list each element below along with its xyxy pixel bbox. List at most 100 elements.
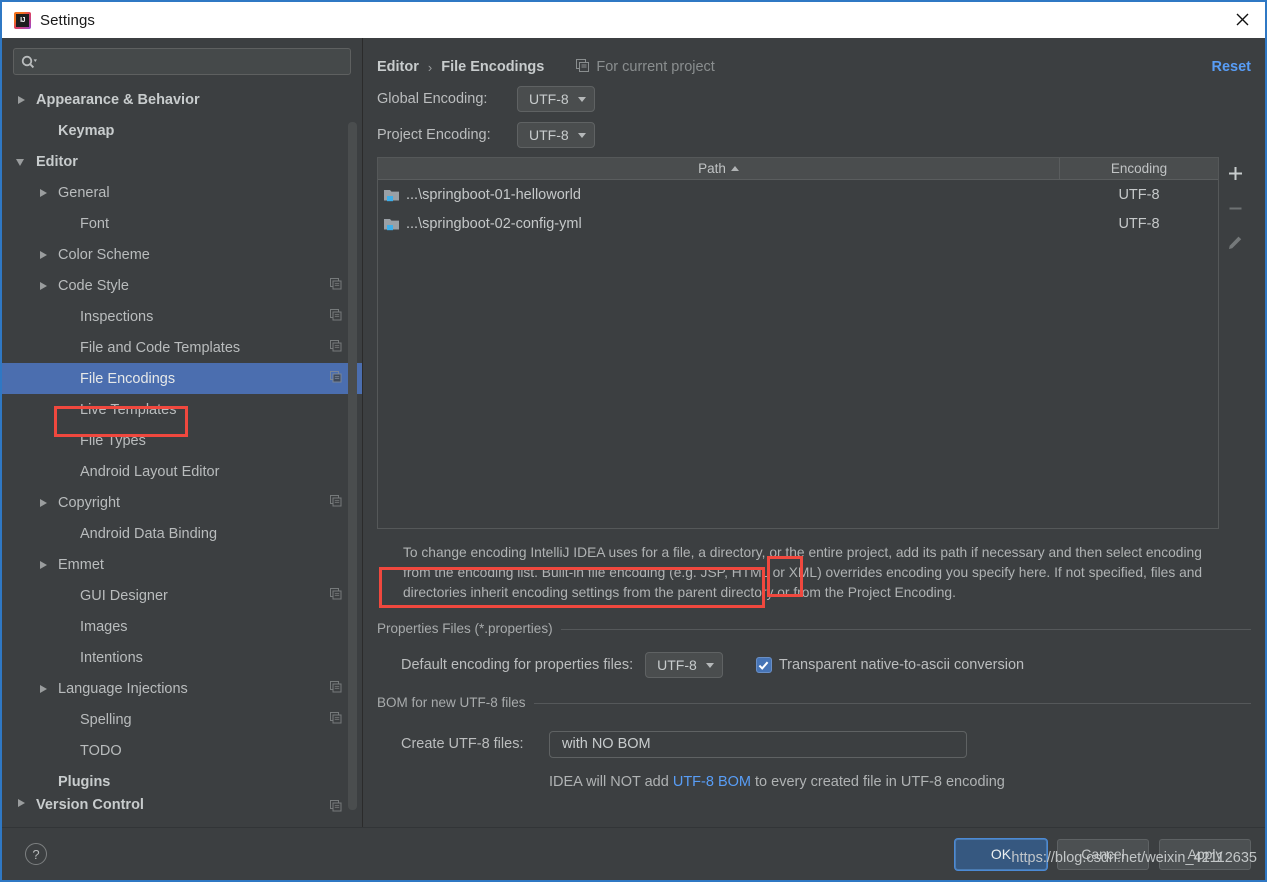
chevron-right-icon[interactable]	[16, 94, 28, 106]
column-header-path[interactable]: Path	[378, 158, 1060, 179]
close-icon[interactable]	[1219, 2, 1265, 37]
sidebar-item-plugins[interactable]: Plugins	[2, 766, 362, 797]
remove-button[interactable]	[1221, 195, 1249, 221]
search-box[interactable]	[13, 48, 351, 75]
sidebar-scrollbar[interactable]	[348, 122, 357, 810]
sidebar-item-label: File Encodings	[80, 370, 176, 387]
breadcrumb-parent[interactable]: Editor	[377, 59, 419, 75]
settings-dialog: Settings Appearance &	[0, 0, 1267, 882]
create-utf8-files-row: Create UTF-8 files: with NO BOM	[377, 728, 1251, 760]
sidebar-item-copyright[interactable]: Copyright	[2, 487, 362, 518]
project-encoding-combo[interactable]: UTF-8	[517, 122, 595, 148]
sidebar-item-gui-designer[interactable]: GUI Designer	[2, 580, 362, 611]
add-button[interactable]	[1221, 160, 1249, 186]
bom-note: IDEA will NOT add UTF-8 BOM to every cre…	[377, 774, 1251, 790]
settings-sidebar: Appearance & Behavior Keymap Editor General…	[2, 38, 363, 827]
project-scope-icon	[330, 587, 342, 604]
table-row[interactable]: ...\springboot-01-helloworld UTF-8	[378, 180, 1218, 209]
table-cell-encoding[interactable]: UTF-8	[1060, 187, 1218, 203]
chevron-right-icon[interactable]	[38, 559, 50, 571]
sort-ascending-icon	[730, 166, 739, 171]
edit-button[interactable]	[1221, 230, 1249, 256]
default-properties-encoding-value: UTF-8	[657, 657, 697, 673]
copy-icon	[576, 58, 590, 76]
breadcrumb-current: File Encodings	[441, 59, 545, 75]
chevron-right-icon[interactable]	[16, 797, 28, 809]
global-encoding-row: Global Encoding: UTF-8	[377, 84, 1251, 114]
sidebar-item-label: Android Data Binding	[80, 525, 218, 542]
create-utf8-files-label: Create UTF-8 files:	[401, 736, 524, 752]
window-title: Settings	[40, 11, 95, 29]
sidebar-item-label: GUI Designer	[80, 587, 168, 604]
sidebar-item-intentions[interactable]: Intentions	[2, 642, 362, 673]
sidebar-item-appearance-behavior[interactable]: Appearance & Behavior	[2, 84, 362, 115]
sidebar-item-spelling[interactable]: Spelling	[2, 704, 362, 735]
chevron-right-icon[interactable]	[38, 683, 50, 695]
table-row[interactable]: ...\springboot-02-config-yml UTF-8	[378, 209, 1218, 238]
utf8-bom-link[interactable]: UTF-8 BOM	[673, 774, 751, 790]
sidebar-item-label: Keymap	[58, 122, 115, 139]
default-properties-encoding-combo[interactable]: UTF-8	[645, 652, 723, 678]
sidebar-item-code-style[interactable]: Code Style	[2, 270, 362, 301]
sidebar-item-file-types[interactable]: File Types	[2, 425, 362, 456]
global-encoding-combo[interactable]: UTF-8	[517, 86, 595, 112]
sidebar-item-language-injections[interactable]: Language Injections	[2, 673, 362, 704]
sidebar-item-label: Intentions	[80, 649, 143, 666]
sidebar-item-label: Language Injections	[58, 680, 188, 697]
project-scope-icon	[330, 680, 342, 697]
sidebar-item-live-templates[interactable]: Live Templates	[2, 394, 362, 425]
sidebar-item-label: General	[58, 184, 110, 201]
reset-link[interactable]: Reset	[1212, 59, 1252, 75]
sidebar-item-editor[interactable]: Editor	[2, 146, 362, 177]
sidebar-item-label: Editor	[36, 153, 78, 170]
table-cell-path-text: ...\springboot-01-helloworld	[406, 186, 581, 203]
create-utf8-files-combo[interactable]: with NO BOM	[549, 730, 967, 758]
sidebar-item-label: Code Style	[58, 277, 129, 294]
global-encoding-label: Global Encoding:	[377, 91, 488, 107]
project-scope-icon	[330, 277, 342, 294]
project-scope-icon	[330, 494, 342, 511]
sidebar-item-emmet[interactable]: Emmet	[2, 549, 362, 580]
encodings-table: Path Encoding ...\springboot-01-hellowor…	[377, 157, 1219, 529]
sidebar-item-android-data-binding[interactable]: Android Data Binding	[2, 518, 362, 549]
chevron-down-icon	[577, 132, 586, 138]
sidebar-item-version-control[interactable]: Version Control	[2, 797, 362, 819]
sidebar-item-android-layout-editor[interactable]: Android Layout Editor	[2, 456, 362, 487]
chevron-right-icon[interactable]	[38, 249, 50, 261]
search-input[interactable]	[42, 54, 343, 69]
sidebar-item-label: Plugins	[58, 773, 111, 790]
watermark: https://blog.csdn.net/weixin_42112635	[1011, 850, 1257, 866]
chevron-right-icon[interactable]	[38, 497, 50, 509]
table-cell-path-text: ...\springboot-02-config-yml	[406, 215, 582, 232]
sidebar-item-file-encodings[interactable]: File Encodings	[2, 363, 362, 394]
properties-files-group-title: Properties Files (*.properties)	[377, 621, 561, 636]
global-encoding-value: UTF-8	[529, 91, 569, 107]
sidebar-item-general[interactable]: General	[2, 177, 362, 208]
project-scope-icon	[330, 800, 342, 816]
sidebar-item-images[interactable]: Images	[2, 611, 362, 642]
chevron-right-icon[interactable]	[38, 187, 50, 199]
sidebar-item-color-scheme[interactable]: Color Scheme	[2, 239, 362, 270]
sidebar-item-font[interactable]: Font	[2, 208, 362, 239]
help-button[interactable]: ?	[25, 843, 47, 865]
sidebar-item-file-and-code-templates[interactable]: File and Code Templates	[2, 332, 362, 363]
file-encodings-pane: Editor › File Encodings For current proj…	[363, 38, 1265, 827]
column-header-encoding[interactable]: Encoding	[1060, 158, 1218, 179]
sidebar-item-inspections[interactable]: Inspections	[2, 301, 362, 332]
sidebar-item-label: Spelling	[80, 711, 132, 728]
sidebar-item-todo[interactable]: TODO	[2, 735, 362, 766]
transparent-native-to-ascii-checkbox[interactable]	[755, 657, 772, 673]
chevron-right-icon[interactable]	[38, 280, 50, 292]
properties-files-body: Default encoding for properties files: U…	[377, 638, 1251, 680]
sidebar-item-label: File Types	[80, 432, 146, 449]
sidebar-item-keymap[interactable]: Keymap	[2, 115, 362, 146]
chevron-down-icon[interactable]	[16, 156, 28, 168]
table-cell-encoding[interactable]: UTF-8	[1060, 216, 1218, 232]
project-encoding-label: Project Encoding:	[377, 127, 491, 143]
